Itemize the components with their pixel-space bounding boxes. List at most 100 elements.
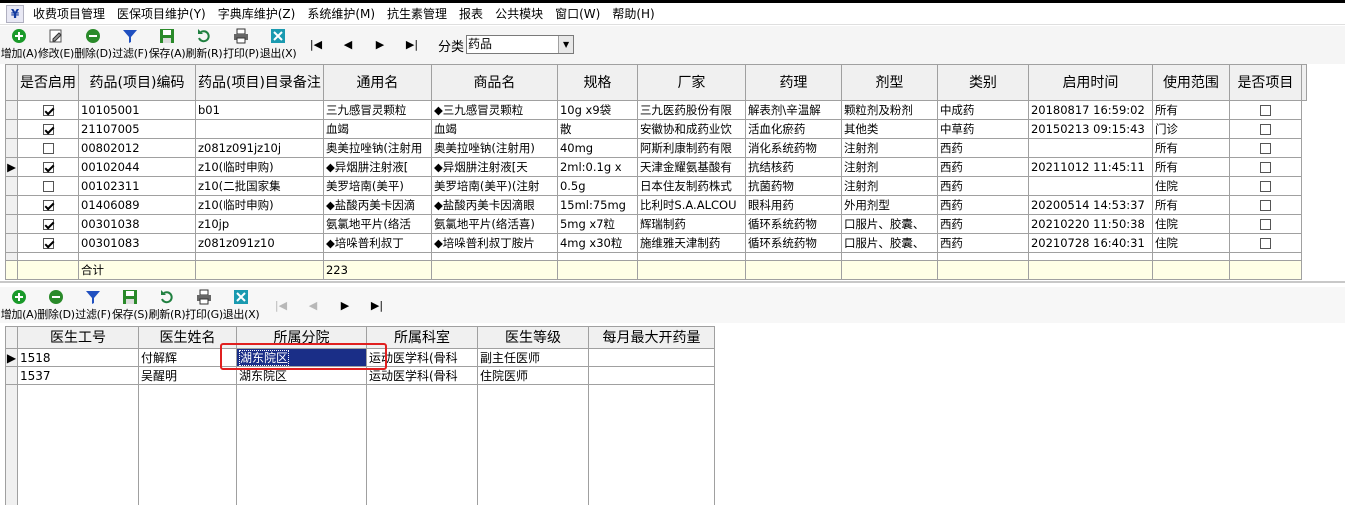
exit-button[interactable]: 退出(X) — [223, 287, 260, 322]
cell-trade[interactable]: ◆异烟肼注射液[天 — [430, 157, 558, 177]
cell-maker[interactable]: 阿斯利康制药有限 — [636, 138, 746, 158]
delete-button[interactable]: 删除(D) — [74, 26, 112, 61]
table-row[interactable]: 10105001 b01 三九感冒灵颗粒 ◆三九感冒灵颗粒 10g x9袋 三九医药股份有… — [5, 100, 1307, 120]
cell-spec[interactable]: 散 — [556, 119, 638, 139]
cell-remark[interactable]: z10(临时申购) — [195, 157, 324, 177]
cell-code[interactable]: 01406089 — [78, 195, 196, 215]
cell-scope[interactable]: 门诊 — [1151, 119, 1230, 139]
column-header[interactable]: 药品(项目)编码 — [78, 64, 196, 101]
enabled-cell[interactable] — [17, 176, 79, 196]
enabled-checkbox[interactable] — [42, 105, 54, 116]
cell-scope[interactable]: 所有 — [1151, 157, 1230, 177]
cell-pharm[interactable]: 解表剂\辛温解 — [744, 100, 842, 120]
cell-remark[interactable]: z10(二批国家集 — [195, 176, 324, 196]
cell-time[interactable]: 20150213 09:15:43 — [1027, 119, 1153, 139]
column-header[interactable]: 是否项目 — [1228, 64, 1302, 101]
enabled-checkbox[interactable] — [42, 238, 54, 249]
print-button[interactable]: 打印(G) — [185, 287, 223, 322]
cell-code[interactable]: 00301083 — [78, 233, 196, 253]
cell-trade[interactable]: ◆培哚普利叔丁胺片 — [430, 233, 558, 253]
is-item-cell[interactable] — [1228, 176, 1302, 196]
cell-form[interactable]: 注射剂 — [840, 176, 938, 196]
cell-remark[interactable]: z10jp — [195, 214, 324, 234]
prev-record-button[interactable]: ◀ — [332, 26, 364, 62]
filter-button[interactable]: 过滤(F) — [75, 287, 111, 322]
cell-trade[interactable]: ◆盐酸丙美卡因滴眼 — [430, 195, 558, 215]
cell-maker[interactable]: 施维雅天津制药 — [636, 233, 746, 253]
cell-spec[interactable]: 15ml:75mg — [556, 195, 638, 215]
is-item-cell[interactable] — [1228, 119, 1302, 139]
cell-generic[interactable]: 三九感冒灵颗粒 — [322, 100, 432, 120]
is-item-checkbox[interactable] — [1259, 124, 1271, 135]
menu-item-5[interactable]: 报表 — [453, 5, 489, 22]
add-button[interactable]: 增加(A) — [1, 26, 38, 61]
cell-maker[interactable]: 辉瑞制药 — [636, 214, 746, 234]
table-row[interactable]: 01406089 z10(临时申购) ◆盐酸丙美卡因滴 ◆盐酸丙美卡因滴眼 15ml:7… — [5, 195, 1307, 215]
cell-pharm[interactable]: 活血化瘀药 — [744, 119, 842, 139]
enabled-cell[interactable] — [17, 119, 79, 139]
cell-form[interactable]: 其他类 — [840, 119, 938, 139]
app-icon[interactable]: ¥ — [6, 4, 24, 23]
cell-trade[interactable]: 奥美拉唑钠(注射用) — [430, 138, 558, 158]
cell-remark[interactable] — [195, 119, 324, 139]
is-item-checkbox[interactable] — [1259, 219, 1271, 230]
cell-generic[interactable]: 血竭 — [322, 119, 432, 139]
table-row[interactable]: 00102311 z10(二批国家集 美罗培南(美平) 美罗培南(美平)(注射 0.5g… — [5, 176, 1307, 196]
cell-form[interactable]: 口服片、胶囊、 — [840, 214, 938, 234]
cell-generic[interactable]: 美罗培南(美平) — [322, 176, 432, 196]
is-item-cell[interactable] — [1228, 157, 1302, 177]
cell-scope[interactable]: 住院 — [1151, 214, 1230, 234]
cell-pharm[interactable]: 眼科用药 — [744, 195, 842, 215]
cell-maker[interactable]: 天津金耀氨基酸有 — [636, 157, 746, 177]
cell-trade[interactable]: ◆三九感冒灵颗粒 — [430, 100, 558, 120]
cell-code[interactable]: 21107005 — [78, 119, 196, 139]
is-item-checkbox[interactable] — [1259, 181, 1271, 192]
cell-generic[interactable]: ◆培哚普利叔丁 — [322, 233, 432, 253]
enabled-cell[interactable] — [17, 138, 79, 158]
last-record-button[interactable]: ▶| — [396, 26, 428, 62]
refresh-button[interactable]: 刷新(R) — [149, 287, 186, 322]
cell-id[interactable]: 1537 — [17, 366, 139, 385]
column-header[interactable]: 每月最大开药量 — [588, 326, 715, 349]
cell-category[interactable]: 西药 — [936, 138, 1029, 158]
cell-code[interactable]: 10105001 — [78, 100, 196, 120]
save-button[interactable]: 保存(A) — [149, 26, 186, 61]
first-record-button[interactable]: |◀ — [265, 287, 297, 323]
refresh-button[interactable]: 刷新(R) — [186, 26, 223, 61]
cell-form[interactable]: 注射剂 — [840, 157, 938, 177]
cell-spec[interactable]: 2ml:0.1g x — [556, 157, 638, 177]
cell-category[interactable]: 西药 — [936, 195, 1029, 215]
enabled-cell[interactable] — [17, 157, 79, 177]
cell-pharm[interactable]: 消化系统药物 — [744, 138, 842, 158]
cell-remark[interactable]: b01 — [195, 100, 324, 120]
cell-time[interactable]: 20200514 14:53:37 — [1027, 195, 1153, 215]
delete-button[interactable]: 删除(D) — [37, 287, 75, 322]
menu-item-0[interactable]: 收费项目管理 — [27, 5, 111, 22]
column-header[interactable]: 通用名 — [322, 64, 432, 101]
cell-form[interactable]: 口服片、胶囊、 — [840, 233, 938, 253]
column-header[interactable]: 药理 — [744, 64, 842, 101]
cell-scope[interactable]: 所有 — [1151, 138, 1230, 158]
edit-button[interactable]: 修改(E) — [38, 26, 74, 61]
is-item-checkbox[interactable] — [1259, 200, 1271, 211]
cell-category[interactable]: 中成药 — [936, 100, 1029, 120]
menu-item-4[interactable]: 抗生素管理 — [381, 5, 453, 22]
is-item-checkbox[interactable] — [1259, 105, 1271, 116]
cell-pharm[interactable]: 抗菌药物 — [744, 176, 842, 196]
cell-category[interactable]: 西药 — [936, 233, 1029, 253]
cell-generic[interactable]: ◆盐酸丙美卡因滴 — [322, 195, 432, 215]
next-record-button[interactable]: ▶ — [364, 26, 396, 62]
is-item-checkbox[interactable] — [1259, 238, 1271, 249]
cell-code[interactable]: 00102044 — [78, 157, 196, 177]
category-select[interactable]: 药品 ▼ — [466, 35, 575, 54]
cell-spec[interactable]: 5mg x7粒 — [556, 214, 638, 234]
cell-level[interactable]: 副主任医师 — [477, 348, 589, 367]
column-header[interactable]: 药品(项目)目录备注 — [195, 64, 324, 101]
cell-remark[interactable]: z10(临时申购) — [195, 195, 324, 215]
cell-remark[interactable]: z081z091z10 — [195, 233, 324, 253]
cell-maker[interactable]: 三九医药股份有限 — [636, 100, 746, 120]
cell-generic[interactable]: 奥美拉唑钠(注射用 — [322, 138, 432, 158]
column-header[interactable]: 厂家 — [636, 64, 746, 101]
add-button[interactable]: 增加(A) — [1, 287, 38, 322]
cell-scope[interactable]: 住院 — [1151, 176, 1230, 196]
